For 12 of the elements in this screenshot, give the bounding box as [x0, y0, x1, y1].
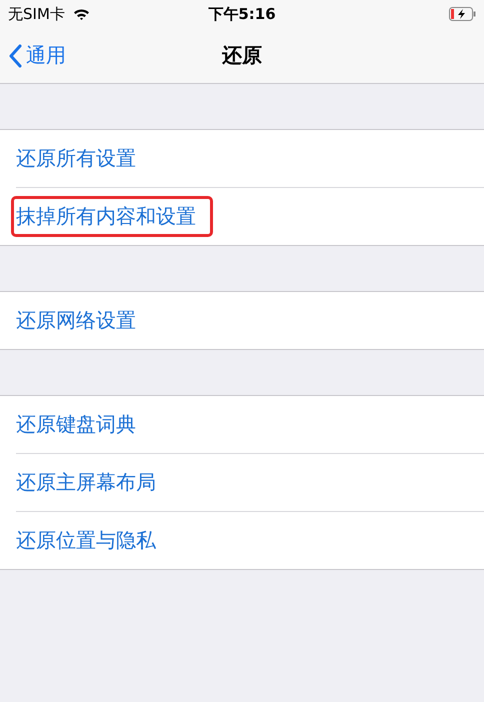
wifi-icon: [72, 8, 90, 20]
reset-option[interactable]: 还原位置与隐私: [11, 520, 161, 561]
reset-option[interactable]: 抹掉所有内容和设置: [11, 196, 213, 237]
reset-option[interactable]: 还原网络设置: [11, 300, 141, 341]
page-title: 还原: [222, 43, 262, 67]
reset-option[interactable]: 还原键盘词典: [11, 404, 141, 445]
carrier-text: 无SIM卡: [8, 4, 65, 24]
back-button[interactable]: 通用: [0, 42, 66, 69]
reset-option[interactable]: 还原所有设置: [11, 138, 141, 179]
reset-option[interactable]: 还原主屏幕布局: [11, 462, 161, 503]
chevron-icon: [8, 44, 22, 68]
clock-text: 下午5:16: [208, 4, 276, 22]
